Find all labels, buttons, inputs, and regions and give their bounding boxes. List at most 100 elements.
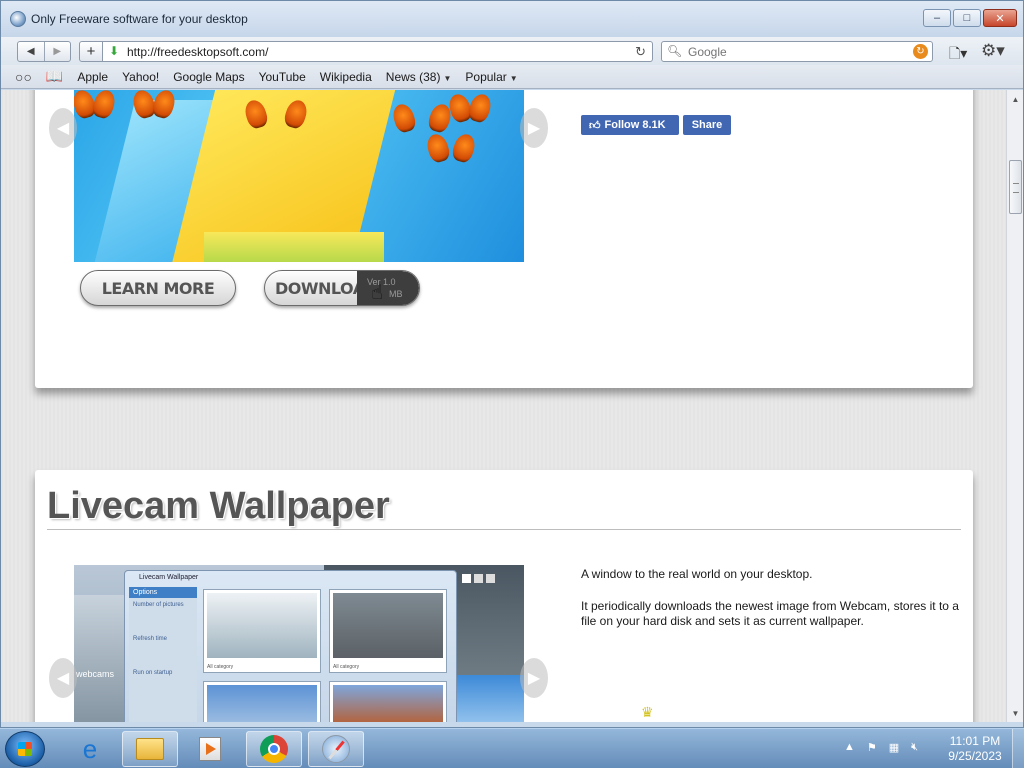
bookmark-apple[interactable]: Apple <box>77 70 108 84</box>
watermark-text: webcams <box>76 669 115 679</box>
bookmark-popular[interactable]: Popular ▼ <box>465 70 517 84</box>
vertical-scrollbar[interactable]: ▲ ▼ <box>1006 90 1023 722</box>
taskbar-file-explorer[interactable] <box>122 731 178 767</box>
thumbs-up-icon: 👍︎ <box>589 119 601 132</box>
butterfly-icon <box>74 90 114 124</box>
tray-expand-icon[interactable]: ▲ <box>844 741 855 754</box>
product-description-long: It periodically downloads the newest ima… <box>581 599 959 628</box>
butterfly-icon <box>428 134 474 174</box>
volume-muted-icon[interactable]: 🔇︎ <box>911 741 918 754</box>
carousel-prev-arrow[interactable]: ◀ <box>49 658 77 698</box>
page-menu-icon[interactable]: 🗋▾ <box>949 43 967 67</box>
scroll-up-arrow-icon[interactable]: ▲ <box>1009 92 1022 106</box>
taskbar-media-player[interactable] <box>182 731 238 767</box>
clock-date: 9/25/2023 <box>948 749 1002 763</box>
action-center-flag-icon[interactable]: ⚑ <box>867 741 877 754</box>
search-reset-icon[interactable]: ↻ <box>913 44 928 59</box>
navigation-toolbar: ◀ ▶ + ⬇ http://freedesktopsoft.com/ ↻ 🔍︎… <box>1 37 1023 65</box>
back-button[interactable]: ◀ <box>18 42 44 61</box>
thumbnail-image <box>333 685 443 722</box>
maximize-button[interactable]: □ <box>953 9 981 27</box>
title-divider <box>47 529 961 530</box>
add-bookmark-button[interactable]: + <box>79 41 103 62</box>
butterfly-icon <box>450 94 490 128</box>
taskbar-internet-explorer[interactable]: e <box>62 731 118 767</box>
slide-dot[interactable] <box>462 574 471 583</box>
scrollbar-thumb[interactable] <box>1009 160 1022 214</box>
product-card-livecam: Livecam Wallpaper webcams Livecam Wallpa… <box>35 470 973 722</box>
bookmark-yahoo[interactable]: Yahoo! <box>122 70 159 84</box>
trophy-icon: ♛ <box>641 704 654 720</box>
bookmark-google-maps[interactable]: Google Maps <box>173 70 244 84</box>
webcam-thumbnail: All category <box>329 589 447 673</box>
system-clock[interactable]: 11:01 PM 9/25/2023 <box>944 734 1006 764</box>
network-icon[interactable]: ▦ <box>889 741 899 754</box>
webcam-thumbnail <box>203 681 321 722</box>
browser-window: Only Freeware software for your desktop … <box>0 0 1024 728</box>
reader-icon[interactable]: ○○ <box>15 69 32 85</box>
safari-icon <box>322 735 350 763</box>
back-forward-group: ◀ ▶ <box>17 41 71 62</box>
chrome-icon <box>260 735 288 763</box>
butterfly-icon <box>246 100 306 152</box>
download-button[interactable]: DOWNLOAD ME Ver 1.0 MB <box>264 270 420 306</box>
start-button[interactable] <box>5 731 45 767</box>
option-label: Run on startup <box>133 670 173 676</box>
bookmark-news[interactable]: News (38) ▼ <box>386 70 452 84</box>
bookmark-news-label: News (38) <box>385 69 441 84</box>
webcam-thumbnail <box>329 681 447 722</box>
url-text[interactable]: http://freedesktopsoft.com/ <box>127 45 268 59</box>
show-desktop-button[interactable] <box>1012 729 1024 768</box>
app-options-panel: Options Number of pictures Refresh time … <box>129 587 197 722</box>
option-label: Refresh time <box>133 636 168 642</box>
book-icon[interactable]: 📖 <box>46 68 63 85</box>
download-arrow-icon: ⬇ <box>109 44 120 58</box>
taskbar: e ▲ ⚑ ▦ 🔇︎ 11:01 PM 9/25/2023 <box>0 728 1024 768</box>
window-controls: – □ ✕ <box>923 9 1017 27</box>
bookmark-wikipedia[interactable]: Wikipedia <box>320 70 372 84</box>
carousel-next-arrow[interactable]: ▶ <box>520 658 548 698</box>
slide-dot[interactable] <box>474 574 483 583</box>
media-player-icon <box>199 737 221 761</box>
app-window-preview: Livecam Wallpaper Options Number of pict… <box>124 570 457 722</box>
bookmark-popular-label: Popular <box>465 69 507 84</box>
chevron-down-icon: ▼ <box>443 73 452 83</box>
forward-button[interactable]: ▶ <box>43 42 71 61</box>
bookmark-youtube[interactable]: YouTube <box>259 70 306 84</box>
taskbar-safari[interactable] <box>308 731 364 767</box>
close-button[interactable]: ✕ <box>983 9 1017 27</box>
thumbnail-image <box>207 685 317 722</box>
section-title: Livecam Wallpaper <box>47 485 390 527</box>
butterfly-icon <box>134 90 174 124</box>
option-label: Number of pictures <box>133 602 184 608</box>
facebook-share-button[interactable]: Share <box>683 115 731 135</box>
follow-label: Follow 8.1K <box>604 119 666 131</box>
scroll-down-arrow-icon[interactable]: ▼ <box>1009 706 1022 720</box>
facebook-follow-button[interactable]: 👍︎ Follow 8.1K <box>581 115 679 135</box>
taskbar-chrome[interactable] <box>246 731 302 767</box>
thumbnail-image <box>333 593 443 658</box>
livecam-screenshot: webcams Livecam Wallpaper Options Number… <box>74 565 524 722</box>
folder-icon <box>136 738 164 760</box>
reload-icon[interactable]: ↻ <box>635 44 646 60</box>
learn-more-button[interactable]: LEARN MORE <box>80 270 236 306</box>
minimize-button[interactable]: – <box>923 9 951 27</box>
address-bar[interactable]: ⬇ http://freedesktopsoft.com/ ↻ <box>103 41 653 62</box>
thumbnail-image <box>207 593 317 658</box>
carousel-prev-arrow[interactable]: ◀ <box>49 108 77 148</box>
product-description-short: A window to the real world on your deskt… <box>581 567 813 581</box>
slide-dot[interactable] <box>486 574 495 583</box>
page-viewport[interactable]: ◀ ▶ LEARN MORE DOWNLOAD ME Ver 1.0 MB ☝ 👍… <box>1 90 1007 722</box>
gear-icon[interactable]: ⚙▾ <box>981 41 1005 61</box>
title-bar[interactable]: Only Freeware software for your desktop … <box>1 1 1023 37</box>
grass-shape <box>204 232 384 262</box>
chevron-down-icon: ▼ <box>509 73 518 83</box>
system-tray: ▲ ⚑ ▦ 🔇︎ <box>844 741 918 754</box>
app-window-title: Livecam Wallpaper <box>139 574 199 581</box>
search-icon[interactable]: 🔍︎ <box>667 44 682 58</box>
carousel-next-arrow[interactable]: ▶ <box>520 108 548 148</box>
window-title: Only Freeware software for your desktop <box>31 12 248 26</box>
thumbnail-caption: All category <box>333 664 360 670</box>
search-bar[interactable]: 🔍︎ ↻ <box>661 41 933 62</box>
search-input[interactable] <box>688 44 908 60</box>
